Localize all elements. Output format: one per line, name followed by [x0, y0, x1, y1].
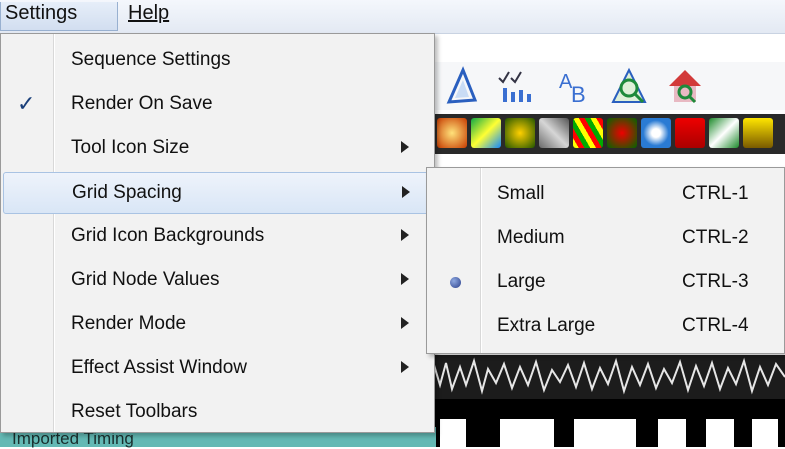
magnify-tool-icon[interactable]: [609, 66, 649, 106]
menu-item-sequence-settings[interactable]: Sequence Settings: [3, 40, 431, 82]
effect-icon[interactable]: [607, 118, 637, 148]
menu-help[interactable]: Help: [128, 2, 169, 30]
submenu-arrow-icon: [401, 317, 409, 329]
menu-bar: Settings Help: [0, 0, 785, 34]
effect-icon[interactable]: [641, 118, 671, 148]
menu-item-effect-assist-window[interactable]: Effect Assist Window: [3, 348, 431, 390]
effect-icon[interactable]: [709, 118, 739, 148]
menu-item-tool-icon-size[interactable]: Tool Icon Size: [3, 128, 431, 170]
effect-icon[interactable]: [675, 118, 705, 148]
checkmark-icon: ✓: [17, 91, 36, 116]
timing-track[interactable]: [426, 399, 785, 447]
submenu-arrow-icon: [401, 361, 409, 373]
submenu-item-label: Medium: [497, 227, 565, 248]
menu-item-label: Tool Icon Size: [71, 137, 190, 158]
menu-settings[interactable]: Settings: [0, 2, 118, 31]
submenu-item-extra-large[interactable]: Extra Large CTRL-4: [429, 306, 781, 348]
timing-mark[interactable]: [706, 419, 734, 447]
shortcut-label: CTRL-4: [682, 315, 749, 336]
timing-mark[interactable]: [658, 419, 686, 447]
menu-item-grid-spacing[interactable]: Grid Spacing: [3, 172, 431, 214]
effect-icon[interactable]: [539, 118, 569, 148]
shortcut-label: CTRL-2: [682, 227, 749, 248]
menu-item-render-mode[interactable]: Render Mode: [3, 304, 431, 346]
timing-mark[interactable]: [752, 419, 778, 447]
radio-selected-icon: [450, 277, 461, 288]
menu-settings-label: Settings: [5, 2, 78, 24]
waveform-graphic: [426, 357, 785, 395]
menu-item-label: Grid Icon Backgrounds: [71, 225, 265, 246]
menu-item-label: Effect Assist Window: [71, 357, 247, 378]
audio-waveform[interactable]: [426, 355, 785, 399]
grid-spacing-submenu: Small CTRL-1 Medium CTRL-2 Large CTRL-3 …: [426, 167, 785, 354]
shortcut-label: CTRL-1: [682, 183, 749, 204]
house-tool-icon[interactable]: [665, 66, 705, 106]
timing-mark[interactable]: [574, 419, 636, 447]
menu-item-grid-icon-backgrounds[interactable]: Grid Icon Backgrounds: [3, 216, 431, 258]
text-tool-icon[interactable]: A B: [555, 66, 595, 106]
settings-menu: Sequence Settings ✓ Render On Save Tool …: [0, 33, 435, 433]
submenu-item-large[interactable]: Large CTRL-3: [429, 262, 781, 304]
menu-item-label: Render Mode: [71, 313, 187, 334]
menu-item-label: Grid Node Values: [71, 269, 220, 290]
effects-toolbar: [433, 114, 785, 154]
menu-item-render-on-save[interactable]: ✓ Render On Save: [3, 84, 431, 126]
effect-icon[interactable]: [505, 118, 535, 148]
timing-mark[interactable]: [440, 419, 466, 447]
effect-icon[interactable]: [573, 118, 603, 148]
submenu-arrow-icon: [401, 273, 409, 285]
effect-icon[interactable]: [743, 118, 773, 148]
submenu-item-label: Extra Large: [497, 315, 596, 336]
menu-help-label: Help: [128, 2, 170, 24]
shortcut-label: CTRL-3: [682, 271, 749, 292]
submenu-item-medium[interactable]: Medium CTRL-2: [429, 218, 781, 260]
menu-item-label: Grid Spacing: [72, 182, 182, 203]
effect-icon[interactable]: [471, 118, 501, 148]
submenu-arrow-icon: [401, 229, 409, 241]
svg-text:B: B: [571, 82, 586, 106]
tool-toolbar: A B: [433, 62, 785, 110]
menu-item-label: Render On Save: [71, 93, 213, 114]
effect-icon[interactable]: [437, 118, 467, 148]
submenu-item-label: Large: [497, 271, 546, 292]
submenu-arrow-icon: [401, 141, 409, 153]
checklist-tool-icon[interactable]: [495, 66, 535, 106]
submenu-item-small[interactable]: Small CTRL-1: [429, 174, 781, 216]
timing-mark[interactable]: [500, 419, 554, 447]
triangle-tool-icon[interactable]: [441, 66, 481, 106]
menu-item-grid-node-values[interactable]: Grid Node Values: [3, 260, 431, 302]
menu-item-label: Reset Toolbars: [71, 401, 198, 422]
submenu-arrow-icon: [402, 186, 410, 198]
submenu-item-label: Small: [497, 183, 545, 204]
menu-item-label: Sequence Settings: [71, 49, 231, 70]
menu-item-reset-toolbars[interactable]: Reset Toolbars: [3, 392, 431, 434]
